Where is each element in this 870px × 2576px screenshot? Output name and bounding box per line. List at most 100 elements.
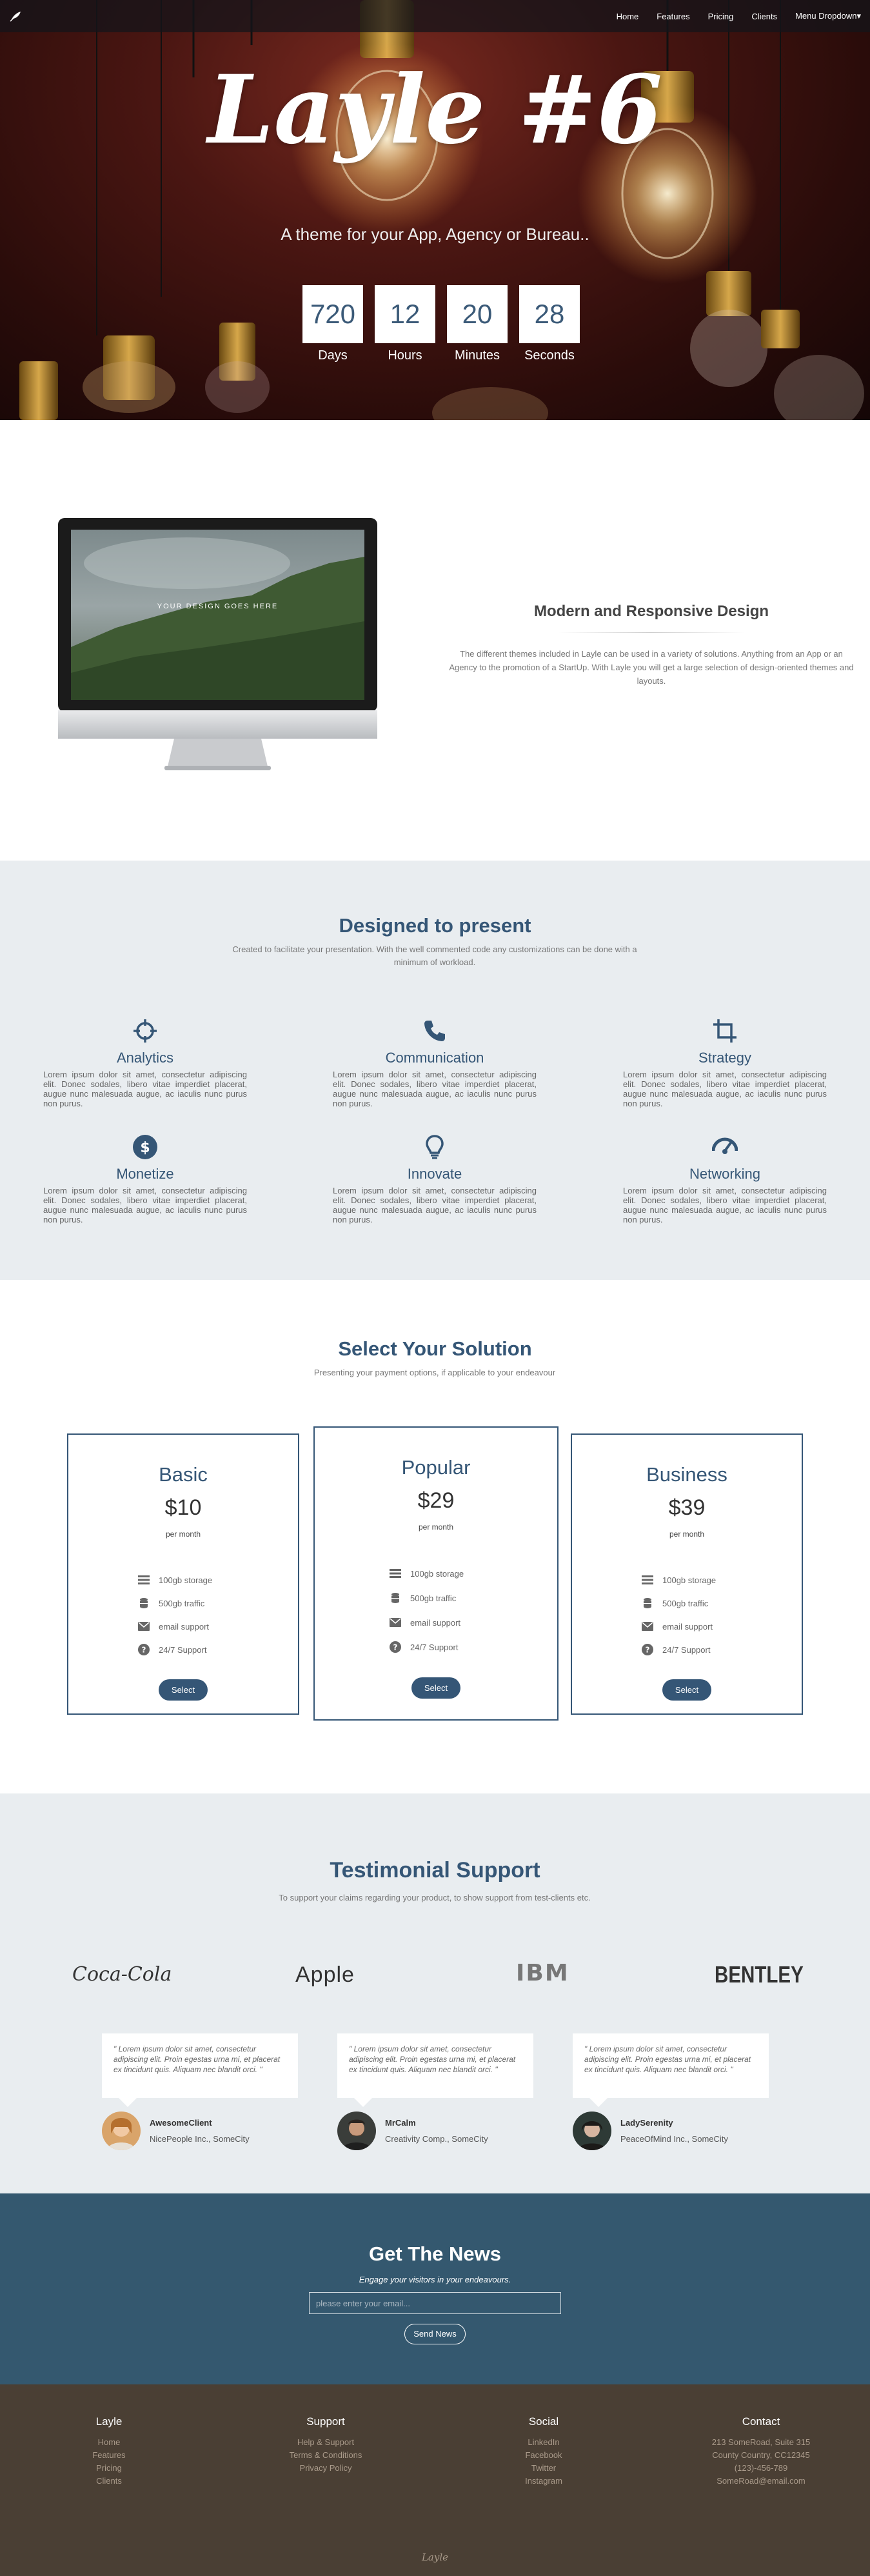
plan-feature-support: ? 24/7 Support <box>390 1635 557 1659</box>
list-icon <box>138 1575 150 1584</box>
countdown-seconds: 28 Seconds <box>519 285 580 363</box>
plan-select-button[interactable]: Select <box>411 1677 461 1699</box>
footer-link-facebook[interactable]: Facebook <box>466 2449 621 2462</box>
logo-coca-cola: Coca-Cola <box>72 1963 172 1986</box>
footer-link-help[interactable]: Help & Support <box>248 2436 403 2449</box>
countdown-seconds-value: 28 <box>519 285 580 343</box>
logo-bentley: BENTLEY <box>715 1961 804 1988</box>
plan-feature-traffic: 500gb traffic <box>642 1592 802 1615</box>
nav-menu: Home Features Pricing Clients Menu Dropd… <box>608 0 861 32</box>
testimonial-quote: " Lorem ipsum dolor sit amet, consectetu… <box>337 2033 533 2107</box>
testimonial-author: MrCalm Creativity Comp., SomeCity <box>337 2112 488 2150</box>
footer-link-features[interactable]: Features <box>32 2449 186 2462</box>
nav-item-menu-dropdown[interactable]: Menu Dropdown▾ <box>786 11 861 21</box>
feature-text: Lorem ipsum dolor sit amet, consectetur … <box>43 1186 247 1224</box>
feature-text: Lorem ipsum dolor sit amet, consectetur … <box>623 1186 827 1224</box>
newsletter-subtitle: Engage your visitors in your endeavours. <box>359 2275 511 2284</box>
footer-address-line: 213 SomeRoad, Suite 315 <box>711 2437 811 2447</box>
footer-link-twitter[interactable]: Twitter <box>466 2462 621 2475</box>
footer-heading: Social <box>528 2415 559 2428</box>
nav-item-home[interactable]: Home <box>608 12 648 21</box>
plan-feature-list: 100gb storage 500gb traffic email suppor… <box>315 1561 557 1659</box>
feature-title: Strategy <box>698 1050 751 1066</box>
feature-title: Monetize <box>116 1166 174 1182</box>
plan-name: Popular <box>401 1456 471 1479</box>
plan-feature-support: ? 24/7 Support <box>642 1638 802 1661</box>
question-circle-icon: ? <box>390 1641 401 1653</box>
countdown-minutes: 20 Minutes <box>447 285 508 363</box>
send-news-button[interactable]: Send News <box>404 2324 466 2344</box>
pricing-title: Select Your Solution <box>338 1337 532 1360</box>
feature-analytics: Analytics Lorem ipsum dolor sit amet, co… <box>43 1018 247 1108</box>
footer-link-privacy[interactable]: Privacy Policy <box>248 2462 403 2475</box>
svg-text:?: ? <box>142 1646 146 1655</box>
testimonials-subtitle: To support your claims regarding your pr… <box>279 1893 591 1902</box>
svg-text:$: $ <box>140 1140 150 1156</box>
svg-text:?: ? <box>646 1646 650 1655</box>
nav-item-clients[interactable]: Clients <box>742 12 786 21</box>
email-field[interactable] <box>309 2292 561 2314</box>
footer-email[interactable]: SomeRoad@email.com <box>684 2475 838 2488</box>
author-name: MrCalm <box>385 2118 416 2128</box>
avatar <box>337 2112 376 2150</box>
crop-icon <box>713 1019 737 1043</box>
countdown-days-label: Days <box>318 348 348 363</box>
feature-title: Analytics <box>116 1050 174 1066</box>
responsive-design-section: YOUR DESIGN GOES HERE Modern and Respons… <box>0 420 870 861</box>
author-company: PeaceOfMind Inc., SomeCity <box>620 2134 728 2144</box>
feature-text: Lorem ipsum dolor sit amet, consectetur … <box>43 1070 247 1108</box>
plan-feature-storage: 100gb storage <box>138 1568 298 1592</box>
plan-feature-email: email support <box>138 1615 298 1638</box>
plan-feature-email: email support <box>390 1610 557 1635</box>
feature-text: Lorem ipsum dolor sit amet, consectetur … <box>623 1070 827 1108</box>
footer-link-instagram[interactable]: Instagram <box>466 2475 621 2488</box>
hero-section: Layle #6 A theme for your App, Agency or… <box>0 0 870 420</box>
feature-title: Communication <box>385 1050 484 1066</box>
features-title: Designed to present <box>339 914 531 937</box>
nav-item-pricing[interactable]: Pricing <box>699 12 743 21</box>
plan-price: $29 <box>417 1488 455 1513</box>
countdown-seconds-label: Seconds <box>524 348 575 363</box>
nav-item-features[interactable]: Features <box>648 12 698 21</box>
plan-period: per month <box>418 1523 454 1532</box>
footer-link-terms[interactable]: Terms & Conditions <box>248 2449 403 2462</box>
footer: Layle Home Features Pricing Clients Supp… <box>0 2384 870 2576</box>
footer-link-linkedin[interactable]: LinkedIn <box>466 2436 621 2449</box>
plan-period: per month <box>165 1530 201 1539</box>
footer-link-pricing[interactable]: Pricing <box>32 2462 186 2475</box>
feather-logo-icon[interactable] <box>9 10 22 23</box>
features-subtitle: Created to facilitate your presentation.… <box>232 944 637 967</box>
plan-feature-storage: 100gb storage <box>390 1561 557 1586</box>
author-name: LadySerenity <box>620 2118 673 2128</box>
plan-feature-support: ? 24/7 Support <box>138 1638 298 1661</box>
testimonial-author: LadySerenity PeaceOfMind Inc., SomeCity <box>573 2112 728 2150</box>
footer-link-home[interactable]: Home <box>32 2436 186 2449</box>
database-icon <box>391 1593 399 1603</box>
crosshair-icon <box>133 1019 157 1043</box>
hero-subtitle: A theme for your App, Agency or Bureau.. <box>281 225 589 244</box>
plan-select-button[interactable]: Select <box>662 1679 712 1701</box>
lightbulb-icon <box>426 1135 444 1159</box>
countdown-days-value: 720 <box>302 285 363 343</box>
plan-select-button[interactable]: Select <box>158 1679 208 1701</box>
newsletter-title: Get The News <box>369 2242 501 2265</box>
author-company: Creativity Comp., SomeCity <box>385 2134 488 2144</box>
countdown-minutes-label: Minutes <box>454 348 500 363</box>
svg-text:?: ? <box>393 1643 398 1652</box>
plan-name: Business <box>646 1463 727 1486</box>
monitor-screen-text: YOUR DESIGN GOES HERE <box>157 603 279 610</box>
feature-communication: Communication Lorem ipsum dolor sit amet… <box>333 1018 537 1108</box>
testimonial-quote: " Lorem ipsum dolor sit amet, consectetu… <box>102 2033 298 2107</box>
feature-networking: Networking Lorem ipsum dolor sit amet, c… <box>623 1134 827 1224</box>
phone-icon <box>424 1021 445 1041</box>
feature-title: Networking <box>689 1166 761 1182</box>
footer-column-social: Social LinkedIn Facebook Twitter Instagr… <box>466 2415 621 2488</box>
responsive-title: Modern and Responsive Design <box>533 603 769 620</box>
author-company: NicePeople Inc., SomeCity <box>150 2134 250 2144</box>
countdown-hours-label: Hours <box>388 348 422 363</box>
plan-feature-list: 100gb storage 500gb traffic email suppor… <box>68 1568 298 1661</box>
plan-price: $39 <box>668 1495 706 1520</box>
responsive-description: The different themes included in Layle c… <box>449 649 854 686</box>
footer-link-clients[interactable]: Clients <box>32 2475 186 2488</box>
database-icon <box>644 1598 651 1608</box>
